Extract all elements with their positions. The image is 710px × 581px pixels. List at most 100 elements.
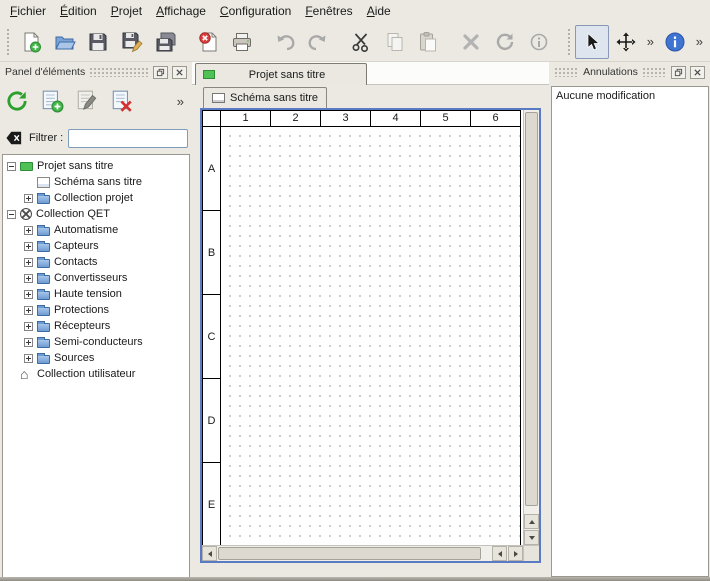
new-document-button[interactable]: [14, 25, 48, 59]
copy-icon: [384, 31, 406, 53]
tree-item-automatisme[interactable]: Automatisme: [3, 222, 189, 238]
tree-item-sources[interactable]: Sources: [3, 350, 189, 366]
menu-edition[interactable]: Édition: [53, 1, 104, 21]
menu-configuration[interactable]: Configuration: [213, 1, 298, 21]
arrow-down-icon: [529, 536, 535, 540]
filter-input[interactable]: [68, 129, 188, 148]
print-button[interactable]: [225, 25, 259, 59]
save-all-button[interactable]: [149, 25, 183, 59]
close-panel-button[interactable]: [172, 66, 187, 79]
close-panel-button[interactable]: [690, 66, 705, 79]
delete-button[interactable]: [454, 25, 488, 59]
new-element-button[interactable]: [37, 86, 67, 116]
horizontal-scrollbar-thumb[interactable]: [218, 547, 481, 560]
tree-item-schema-sans-titre[interactable]: Schéma sans titre: [3, 174, 189, 190]
dock-drag-handle[interactable]: [554, 67, 579, 77]
expand-expander-icon[interactable]: [24, 354, 33, 363]
expand-expander-icon[interactable]: [24, 274, 33, 283]
tree-item-haute-tension[interactable]: Haute tension: [3, 286, 189, 302]
menu-fenetres[interactable]: Fenêtres: [298, 1, 359, 21]
filter-row: Filtrer :: [4, 126, 188, 150]
delete-element-button[interactable]: [107, 86, 137, 116]
edit-element-button[interactable]: [72, 86, 102, 116]
tree-item-semi-conducteurs[interactable]: Semi-conducteurs: [3, 334, 189, 350]
panel-toolbar-overflow-button[interactable]: »: [177, 94, 190, 109]
collapse-expander-icon[interactable]: [7, 210, 16, 219]
tree-item-collection-qet[interactable]: Collection QET: [3, 206, 189, 222]
paste-button[interactable]: [412, 25, 446, 59]
project-icon: [20, 162, 33, 171]
tree-item-protections[interactable]: Protections: [3, 302, 189, 318]
arrow-left-icon: [208, 551, 212, 557]
redo-button[interactable]: [302, 25, 336, 59]
vertical-scrollbar[interactable]: [523, 110, 539, 545]
menu-aide[interactable]: Aide: [360, 1, 398, 21]
close-icon: [693, 68, 702, 77]
expand-expander-icon[interactable]: [24, 226, 33, 235]
vertical-scrollbar-thumb[interactable]: [525, 112, 538, 506]
expand-expander-icon[interactable]: [24, 322, 33, 331]
elements-panel-toolbar: »: [2, 83, 190, 119]
tree-item-contacts[interactable]: Contacts: [3, 254, 189, 270]
menu-affichage[interactable]: Affichage: [149, 1, 213, 21]
pan-mode-button[interactable]: [609, 25, 643, 59]
tab-projet-sans-titre[interactable]: Projet sans titre: [195, 63, 367, 85]
tree-item-collection-projet[interactable]: Collection projet: [3, 190, 189, 206]
dock-drag-handle[interactable]: [89, 67, 149, 77]
project-icon: [203, 70, 215, 79]
tab-schema-sans-titre[interactable]: Schéma sans titre: [203, 87, 327, 108]
scroll-left-button[interactable]: [202, 546, 217, 561]
scroll-right-button[interactable]: [508, 546, 523, 561]
filter-label: Filtrer :: [29, 132, 63, 144]
toolbar-overflow-button[interactable]: »: [643, 34, 658, 49]
expand-expander-icon[interactable]: [24, 338, 33, 347]
menu-projet[interactable]: Projet: [104, 1, 149, 21]
tree-item-recepteurs[interactable]: Récepteurs: [3, 318, 189, 334]
save-button[interactable]: [81, 25, 115, 59]
horizontal-scrollbar[interactable]: [202, 545, 523, 561]
scroll-left-button-2[interactable]: [492, 546, 507, 561]
float-panel-button[interactable]: [153, 66, 168, 79]
rotate-button[interactable]: [488, 25, 522, 59]
open-project-button[interactable]: [48, 25, 82, 59]
undo-button[interactable]: [268, 25, 302, 59]
row-header: A: [202, 127, 221, 211]
select-mode-button[interactable]: [575, 25, 609, 59]
float-panel-button[interactable]: [671, 66, 686, 79]
diagram-info-button[interactable]: [522, 25, 556, 59]
about-qet-button[interactable]: [658, 25, 692, 59]
undo-history-list[interactable]: Aucune modification: [551, 86, 709, 577]
expand-expander-icon[interactable]: [24, 306, 33, 315]
toolbar-drag-handle[interactable]: [567, 28, 572, 56]
toolbar-overflow-button-2[interactable]: »: [692, 34, 707, 49]
cut-button[interactable]: [344, 25, 378, 59]
expand-expander-icon[interactable]: [24, 258, 33, 267]
expand-expander-icon[interactable]: [24, 194, 33, 203]
schema-icon: [212, 93, 225, 103]
float-icon: [156, 68, 165, 77]
expand-expander-icon[interactable]: [24, 242, 33, 251]
close-project-button[interactable]: [191, 25, 225, 59]
tree-item-projet-sans-titre[interactable]: Projet sans titre: [3, 158, 189, 174]
elements-panel-header[interactable]: Panel d'éléments: [2, 64, 190, 80]
clear-filter-button[interactable]: [4, 129, 24, 147]
dock-drag-handle[interactable]: [642, 67, 667, 77]
copy-button[interactable]: [378, 25, 412, 59]
folder-icon: [37, 243, 50, 252]
undo-panel-header[interactable]: Annulations: [551, 64, 708, 80]
tree-item-capteurs[interactable]: Capteurs: [3, 238, 189, 254]
toolbar-drag-handle[interactable]: [6, 28, 11, 56]
scroll-up-button[interactable]: [524, 514, 539, 529]
folder-icon: [37, 339, 50, 348]
scroll-down-button[interactable]: [524, 530, 539, 545]
elements-tree: Projet sans titre Schéma sans titre Coll…: [2, 154, 190, 580]
collapse-expander-icon[interactable]: [7, 162, 16, 171]
menu-fichier[interactable]: Fichier: [3, 1, 53, 21]
tree-item-collection-utilisateur[interactable]: Collection utilisateur: [3, 366, 189, 382]
tree-item-convertisseurs[interactable]: Convertisseurs: [3, 270, 189, 286]
expand-expander-icon[interactable]: [24, 290, 33, 299]
save-as-button[interactable]: [115, 25, 149, 59]
diagram-canvas[interactable]: [221, 127, 521, 545]
close-document-icon: [197, 31, 219, 53]
reload-collections-button[interactable]: [2, 86, 32, 116]
